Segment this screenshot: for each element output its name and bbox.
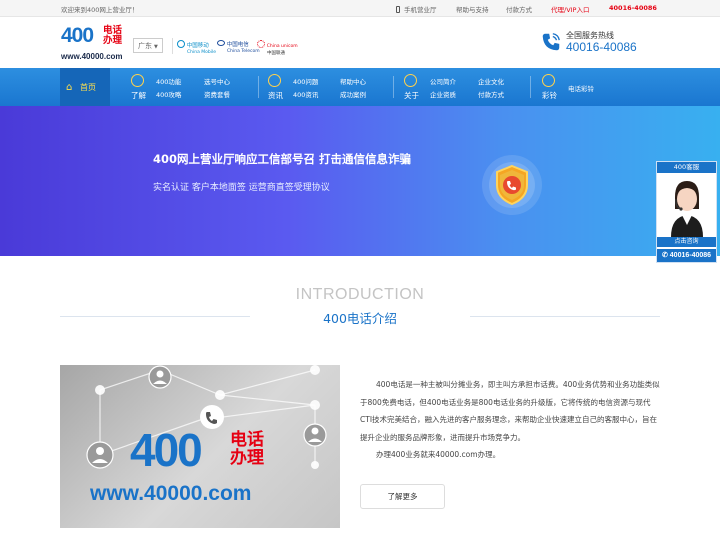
welcome-text: 欢迎来到400网上营业厅！: [61, 6, 139, 14]
china-unicom-icon: [257, 40, 265, 48]
learn-icon: [131, 74, 144, 87]
nav-group-ringtone: 彩铃 电话彩铃: [536, 68, 616, 106]
nav-item-cases[interactable]: 成功案例: [340, 89, 366, 99]
image-400-text: 400: [130, 424, 203, 476]
intro-paragraph: 400电话是一种主被叫分摊业务，即主叫方承担市话费。400业务优势和业务功能类似…: [360, 380, 660, 442]
nav-divider: [393, 76, 394, 98]
help-support-link[interactable]: 帮助与支持: [456, 4, 489, 14]
hero-banner[interactable]: 400网上营业厅响应工信部号召 打击通信信息诈骗 实名认证 客户本地面签 运营商…: [0, 106, 720, 256]
nav-item-400-function[interactable]: 400功能: [156, 76, 181, 86]
nav-home[interactable]: ⌂ 首页: [60, 68, 110, 106]
intro-title-en: INTRODUCTION: [295, 286, 425, 303]
nav-group-about: 关于 公司简介 企业文化 企业资质 付款方式: [398, 68, 518, 106]
nav-item-culture[interactable]: 企业文化: [478, 76, 504, 86]
agent-vip-link[interactable]: 代理/VIP入口: [551, 4, 589, 14]
banner-headline: 400网上营业厅响应工信部号召 打击通信信息诈骗: [153, 152, 412, 166]
intro-image: 400 电话办理 www.40000.com: [60, 365, 340, 528]
china-mobile-icon: [177, 40, 185, 48]
nav-group-news: 资讯 400问题 帮助中心 400资讯 成功案例: [262, 68, 382, 106]
image-url-text: www.40000.com: [90, 482, 252, 505]
nav-group-title[interactable]: 了解: [131, 90, 146, 101]
home-icon: ⌂: [66, 82, 73, 93]
nav-group-title[interactable]: 彩铃: [542, 90, 557, 101]
mobile-hall-link[interactable]: 手机营业厅: [396, 4, 437, 14]
service-phone: ✆ 40016-40086: [657, 249, 716, 262]
hotline: 全国服务热线 40016-40086: [540, 28, 655, 58]
ringtone-icon: [542, 74, 555, 87]
nav-group-title[interactable]: 资讯: [268, 90, 283, 101]
learn-more-button[interactable]: 了解更多: [360, 484, 445, 509]
nav-item-400-news[interactable]: 400资讯: [293, 89, 318, 99]
nav-divider: [258, 76, 259, 98]
customer-service-float[interactable]: 400客服 点击咨询 ✆ 40016-40086: [656, 161, 717, 263]
info-icon: [404, 74, 417, 87]
china-unicom-logo: China unicom 中国联通: [257, 40, 298, 57]
carousel-dots[interactable]: [349, 245, 370, 256]
intro-text: 400电话是一种主被叫分摊业务，即主叫方承担市话费。400业务优势和业务功能类似…: [360, 376, 660, 464]
nav-item-400-questions[interactable]: 400问题: [293, 76, 318, 86]
service-title: 400客服: [657, 162, 716, 173]
china-mobile-logo: 中国移动 China Mobile: [177, 40, 216, 56]
nav-item-qualification[interactable]: 企业资质: [430, 89, 456, 99]
customer-service-avatar: [671, 181, 703, 237]
banner-subline: 实名认证 客户本地面签 运营商直签受理协议: [153, 183, 330, 193]
shield-phone-icon: [482, 155, 542, 215]
phone-ring-icon: [200, 405, 224, 429]
topbar-phone: 40016-40086: [609, 4, 657, 12]
nav-item-number-center[interactable]: 选号中心: [204, 76, 230, 86]
nav-item-phone-ringtone[interactable]: 电话彩铃: [568, 83, 594, 93]
city-selector[interactable]: 广东 ▼: [133, 38, 163, 53]
nav-divider: [530, 76, 531, 98]
site-logo[interactable]: 400 电话办理 www.40000.com: [61, 24, 125, 62]
mobile-phone-icon: [396, 6, 400, 13]
news-icon: [268, 74, 281, 87]
nav-item-payment[interactable]: 付款方式: [478, 89, 504, 99]
nav-item-400-guide[interactable]: 400攻略: [156, 89, 181, 99]
payment-link[interactable]: 付款方式: [506, 4, 532, 14]
phone-icon: [542, 33, 560, 51]
china-telecom-icon: [217, 40, 225, 46]
phone-icon: ✆: [661, 252, 668, 259]
nav-item-company-profile[interactable]: 公司简介: [430, 76, 456, 86]
china-telecom-logo: 中国电信 China Telecom: [217, 40, 260, 55]
consult-link[interactable]: 点击咨询: [657, 237, 716, 247]
nav-item-help-center[interactable]: 帮助中心: [340, 76, 366, 86]
nav-group-learn: 了解 400功能 选号中心 400攻略 资费套餐: [125, 68, 245, 106]
intro-paragraph: 办理400业务就来40000.com办理。: [376, 450, 501, 459]
intro-title-cn: 400电话介绍: [323, 311, 397, 326]
nav-item-packages[interactable]: 资费套餐: [204, 89, 230, 99]
carrier-logos: 中国移动 China Mobile 中国电信 China Telecom China…: [172, 38, 306, 57]
chevron-down-icon: ▼: [154, 44, 158, 50]
top-bar: 欢迎来到400网上营业厅！ 手机营业厅 帮助与支持 付款方式 代理/VIP入口 …: [0, 0, 720, 17]
image-cn-text: 电话办理: [230, 430, 264, 468]
hotline-number: 40016-40086: [566, 40, 637, 54]
header: 400 电话办理 www.40000.com 广东 ▼ 中国移动 China Mob…: [0, 18, 720, 68]
nav-group-title[interactable]: 关于: [404, 90, 419, 101]
main-nav: ⌂ 首页 了解 400功能 选号中心 400攻略 资费套餐 资讯 400问题 帮…: [0, 68, 720, 106]
